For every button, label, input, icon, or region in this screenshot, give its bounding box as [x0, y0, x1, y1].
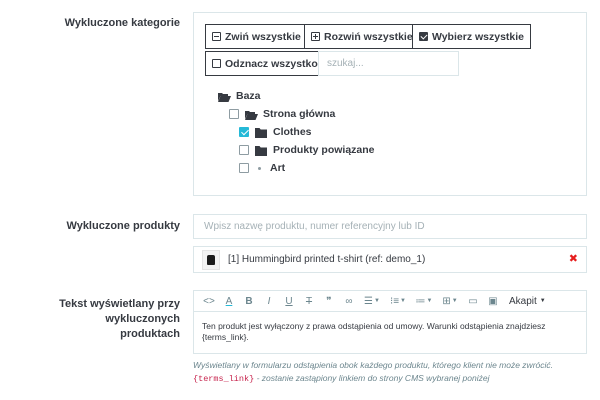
folder-open-icon	[218, 92, 231, 102]
folder-icon	[255, 145, 267, 156]
tree-node-label: Baza	[236, 90, 261, 102]
blockquote-icon[interactable]: ❞	[319, 293, 339, 309]
display-text-label: Tekst wyświetlany przy wykluczonych prod…	[0, 297, 180, 342]
source-code-icon[interactable]: <>	[199, 293, 219, 309]
text-color-icon[interactable]: A	[219, 293, 239, 309]
link-icon[interactable]: ∞	[339, 293, 359, 309]
unselect-all-label: Odznacz wszystko	[225, 57, 318, 70]
empty-square-icon	[212, 59, 221, 68]
excluded-categories-label: Wykluczone kategorie	[64, 17, 180, 29]
collapse-icon	[212, 32, 221, 41]
media-icon[interactable]: ▣	[483, 293, 503, 309]
tree-node-label: Produkty powiązane	[273, 144, 375, 156]
help-line1: Wyświetlany w formularzu odstąpienia obo…	[193, 360, 554, 370]
select-all-button[interactable]: Wybierz wszystkie	[412, 24, 532, 49]
tree-checkbox-checked[interactable]	[239, 127, 249, 137]
editor-toolbar: <> A B I U T ❞ ∞ ☰ ▼ ⁝≡ ▼ ≔ ▼ ⊞ ▼ ▭ ▣ Akapit…	[194, 291, 586, 312]
terms-link-code: {terms_link}	[193, 373, 255, 384]
format-dropdown-label: Akapit	[509, 295, 537, 307]
folder-open-icon	[245, 110, 258, 120]
collapse-all-button[interactable]: Zwiń wszystkie	[205, 24, 308, 49]
tree-node-related-products[interactable]: Produkty powiązane	[239, 144, 375, 156]
table-icon[interactable]: ⊞ ▼	[437, 293, 463, 309]
help-line2: - zostanie zastąpiony linkiem do strony …	[254, 372, 490, 383]
tree-node-home[interactable]: Strona główna	[229, 108, 335, 120]
folder-icon	[255, 127, 267, 138]
editor-content[interactable]: Ten produkt jest wyłączony z prawa odstą…	[194, 312, 586, 352]
tree-node-label: Clothes	[273, 126, 312, 138]
italic-icon[interactable]: I	[259, 293, 279, 309]
unselect-all-button[interactable]: Odznacz wszystko	[205, 51, 325, 76]
image-icon[interactable]: ▭	[463, 293, 483, 309]
display-text-help: Wyświetlany w formularzu odstąpienia obo…	[193, 359, 593, 385]
bullet-list-icon[interactable]: ⁝≡ ▼	[385, 293, 411, 309]
underline-icon[interactable]: U	[279, 293, 299, 309]
tree-checkbox[interactable]	[239, 163, 249, 173]
excluded-product-item: [1] Hummingbird printed t-shirt (ref: de…	[193, 246, 587, 273]
tree-checkbox[interactable]	[229, 109, 239, 119]
rich-text-editor: <> A B I U T ❞ ∞ ☰ ▼ ⁝≡ ▼ ≔ ▼ ⊞ ▼ ▭ ▣ Akapit…	[193, 290, 587, 354]
display-text-label-line2: produktach	[120, 328, 180, 340]
expand-all-button[interactable]: Rozwiń wszystkie	[304, 24, 420, 49]
format-dropdown[interactable]: Akapit ▼	[509, 296, 546, 307]
expand-icon	[311, 32, 320, 41]
tree-node-art[interactable]: Art	[239, 162, 285, 174]
expand-all-label: Rozwiń wszystkie	[324, 30, 413, 43]
tree-node-clothes[interactable]: Clothes	[239, 126, 312, 138]
product-thumbnail	[202, 249, 220, 270]
excluded-product-name: [1] Hummingbird printed t-shirt (ref: de…	[228, 254, 426, 265]
tree-node-label: Art	[270, 162, 286, 174]
tree-node-root[interactable]: Baza	[218, 90, 261, 102]
category-search-input[interactable]	[318, 51, 459, 76]
tree-node-label: Strona główna	[263, 108, 336, 120]
select-all-label: Wybierz wszystkie	[432, 30, 525, 43]
category-tree-panel: Zwiń wszystkie Rozwiń wszystkie Wybierz …	[193, 12, 587, 196]
excluded-products-label: Wykluczone produkty	[66, 220, 180, 232]
remove-product-icon[interactable]: ✖	[569, 254, 578, 265]
bold-icon[interactable]: B	[239, 293, 259, 309]
align-icon[interactable]: ☰ ▼	[359, 293, 385, 309]
checked-square-icon	[419, 32, 428, 41]
tree-checkbox[interactable]	[239, 145, 249, 155]
display-text-label-line1: Tekst wyświetlany przy wykluczonych	[59, 298, 180, 325]
leaf-bullet-icon	[258, 166, 261, 170]
strikethrough-icon[interactable]: T	[299, 293, 319, 309]
chevron-down-icon: ▼	[539, 298, 546, 304]
product-search-input[interactable]	[193, 214, 587, 239]
numbered-list-icon[interactable]: ≔ ▼	[411, 293, 437, 309]
collapse-all-label: Zwiń wszystkie	[225, 30, 301, 43]
